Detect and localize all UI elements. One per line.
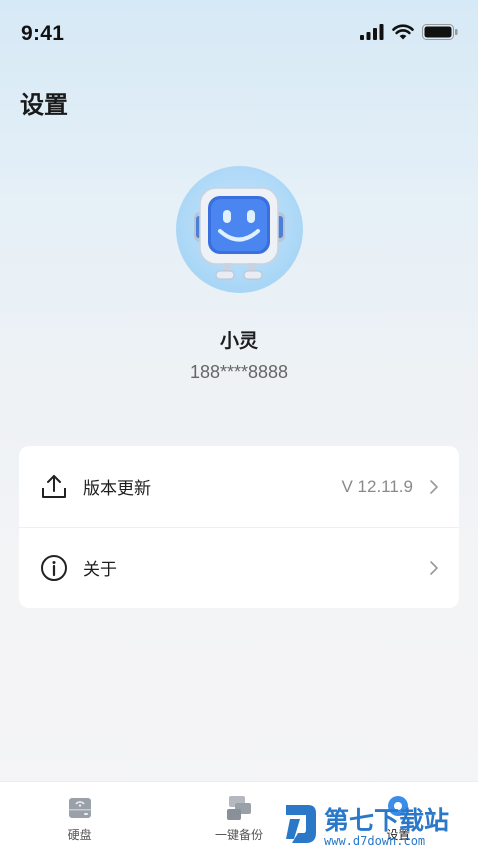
settings-card: 版本更新 V 12.11.9 关于 [19, 446, 459, 608]
user-name: 小灵 [219, 330, 258, 352]
status-icons [360, 24, 458, 40]
battery-icon [422, 24, 458, 40]
disk-icon [66, 794, 94, 822]
wifi-icon [392, 24, 414, 40]
settings-item-label: 版本更新 [83, 479, 151, 499]
robot-mascot-icon [194, 187, 285, 280]
settings-item-version-update[interactable]: 版本更新 V 12.11.9 [19, 446, 459, 527]
watermark-logo: 第七下载站 www.d7down.com [286, 805, 449, 848]
chevron-right-icon [430, 479, 438, 494]
version-value: V 12.11.9 [341, 476, 413, 496]
chevron-right-icon [430, 560, 438, 575]
watermark-url: www.d7down.com [324, 834, 425, 848]
settings-item-label: 关于 [83, 560, 117, 580]
upload-icon [39, 472, 69, 502]
backup-icon [225, 794, 253, 822]
status-bar: 9:41 [0, 0, 478, 68]
tab-disk[interactable]: 硬盘 [0, 782, 159, 850]
page-title: 设置 [20, 91, 68, 119]
tab-label: 硬盘 [67, 828, 92, 842]
info-icon [39, 553, 69, 583]
cellular-signal-icon [360, 24, 384, 40]
avatar[interactable] [176, 166, 303, 293]
watermark-brand: 第七下载站 [324, 806, 449, 835]
user-phone: 188****8888 [189, 362, 289, 382]
settings-item-about[interactable]: 关于 [19, 527, 459, 608]
status-time: 9:41 [21, 22, 65, 45]
tab-label: 一键备份 [214, 828, 263, 842]
